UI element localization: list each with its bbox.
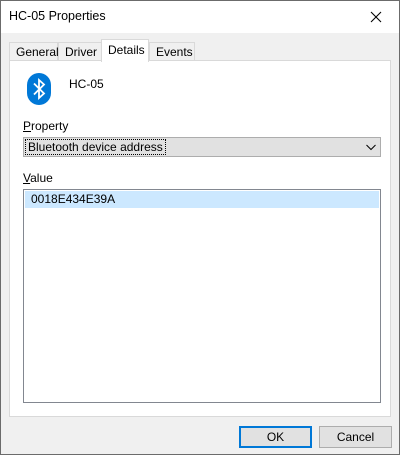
details-panel: HC-05 Property Bluetooth device address … bbox=[9, 60, 391, 417]
properties-dialog: HC-05 Properties General Driver Details … bbox=[0, 0, 400, 455]
value-label: Value bbox=[23, 171, 53, 185]
property-selected-value: Bluetooth device address bbox=[25, 139, 166, 155]
list-item[interactable]: 0018E434E39A bbox=[25, 191, 379, 208]
tab-general[interactable]: General bbox=[9, 42, 59, 61]
property-dropdown[interactable]: Bluetooth device address bbox=[23, 137, 381, 157]
tab-driver[interactable]: Driver bbox=[58, 42, 103, 61]
ok-button[interactable]: OK bbox=[239, 426, 312, 448]
close-button[interactable] bbox=[353, 1, 399, 32]
window-title: HC-05 Properties bbox=[9, 9, 106, 23]
cancel-button[interactable]: Cancel bbox=[319, 426, 392, 448]
property-label: Property bbox=[23, 119, 69, 133]
device-name: HC-05 bbox=[69, 77, 104, 91]
tab-events[interactable]: Events bbox=[149, 42, 195, 61]
value-list[interactable]: 0018E434E39A bbox=[23, 189, 381, 403]
tab-details[interactable]: Details bbox=[101, 39, 149, 62]
chevron-down-icon bbox=[366, 144, 376, 151]
close-icon bbox=[370, 11, 382, 22]
bluetooth-icon bbox=[27, 73, 51, 105]
title-bar: HC-05 Properties bbox=[1, 1, 399, 33]
